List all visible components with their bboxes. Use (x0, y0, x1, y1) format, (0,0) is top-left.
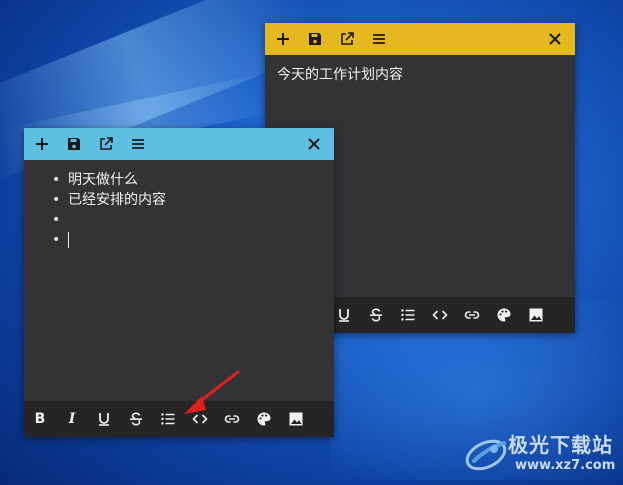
list-icon (161, 413, 175, 425)
bullet-list-button[interactable] (157, 408, 179, 430)
list-item[interactable]: 明天做什么 (52, 170, 322, 190)
watermark-logo-icon (465, 439, 507, 471)
bullet-list-button[interactable] (397, 304, 419, 326)
list-icon (401, 309, 415, 321)
close-button[interactable] (302, 132, 326, 156)
text-cursor (68, 232, 69, 248)
code-icon (432, 310, 448, 320)
image-button[interactable] (285, 408, 307, 430)
bold-button[interactable]: B (29, 408, 51, 430)
menu-button[interactable] (367, 27, 391, 51)
external-link-icon (100, 137, 113, 150)
image-icon (529, 308, 543, 322)
watermark-title: 极光下载站 (508, 433, 613, 457)
save-icon (309, 33, 321, 45)
close-icon (549, 33, 561, 45)
sticky-note-blue[interactable]: 明天做什么 已经安排的内容 B I (24, 128, 334, 437)
close-icon (308, 138, 320, 150)
menu-button[interactable] (126, 132, 150, 156)
watermark: 极光下载站 www.xz7.com (460, 425, 620, 480)
external-link-icon (341, 32, 354, 45)
list-item[interactable] (52, 230, 322, 250)
italic-button[interactable]: I (61, 408, 83, 430)
underline-button[interactable] (93, 408, 115, 430)
note-content[interactable]: 明天做什么 已经安排的内容 (24, 160, 334, 250)
close-button[interactable] (543, 27, 567, 51)
note-content[interactable]: 今天的工作计划内容 (265, 55, 575, 95)
list-item[interactable]: 已经安排的内容 (52, 190, 322, 210)
palette-icon (497, 308, 511, 322)
bold-icon: B (34, 411, 46, 427)
strikethrough-button[interactable] (125, 408, 147, 430)
note-header[interactable] (24, 128, 334, 160)
save-icon (68, 138, 80, 150)
code-button[interactable] (429, 304, 451, 326)
color-palette-button[interactable] (253, 408, 275, 430)
hamburger-icon (132, 139, 144, 149)
hamburger-icon (373, 34, 385, 44)
plus-icon (277, 33, 289, 45)
note-header[interactable] (265, 23, 575, 55)
list-item[interactable] (52, 210, 322, 230)
italic-icon: I (68, 411, 76, 427)
palette-icon (257, 412, 271, 426)
underline-button[interactable] (333, 304, 355, 326)
underline-icon (99, 413, 109, 426)
format-toolbar: B I (24, 401, 334, 437)
color-palette-button[interactable] (493, 304, 515, 326)
new-note-button[interactable] (271, 27, 295, 51)
open-external-button[interactable] (94, 132, 118, 156)
watermark-url: www.xz7.com (515, 458, 616, 473)
new-note-button[interactable] (30, 132, 54, 156)
image-icon (289, 412, 303, 426)
underline-icon (339, 309, 349, 322)
strikethrough-icon (370, 308, 382, 322)
save-button[interactable] (62, 132, 86, 156)
link-button[interactable] (461, 304, 483, 326)
plus-icon (36, 138, 48, 150)
save-button[interactable] (303, 27, 327, 51)
image-button[interactable] (525, 304, 547, 326)
bullet-list: 明天做什么 已经安排的内容 (52, 170, 322, 250)
annotation-arrow (184, 370, 240, 414)
open-external-button[interactable] (335, 27, 359, 51)
strikethrough-icon (130, 412, 142, 426)
link-icon (464, 311, 480, 319)
strikethrough-button[interactable] (365, 304, 387, 326)
